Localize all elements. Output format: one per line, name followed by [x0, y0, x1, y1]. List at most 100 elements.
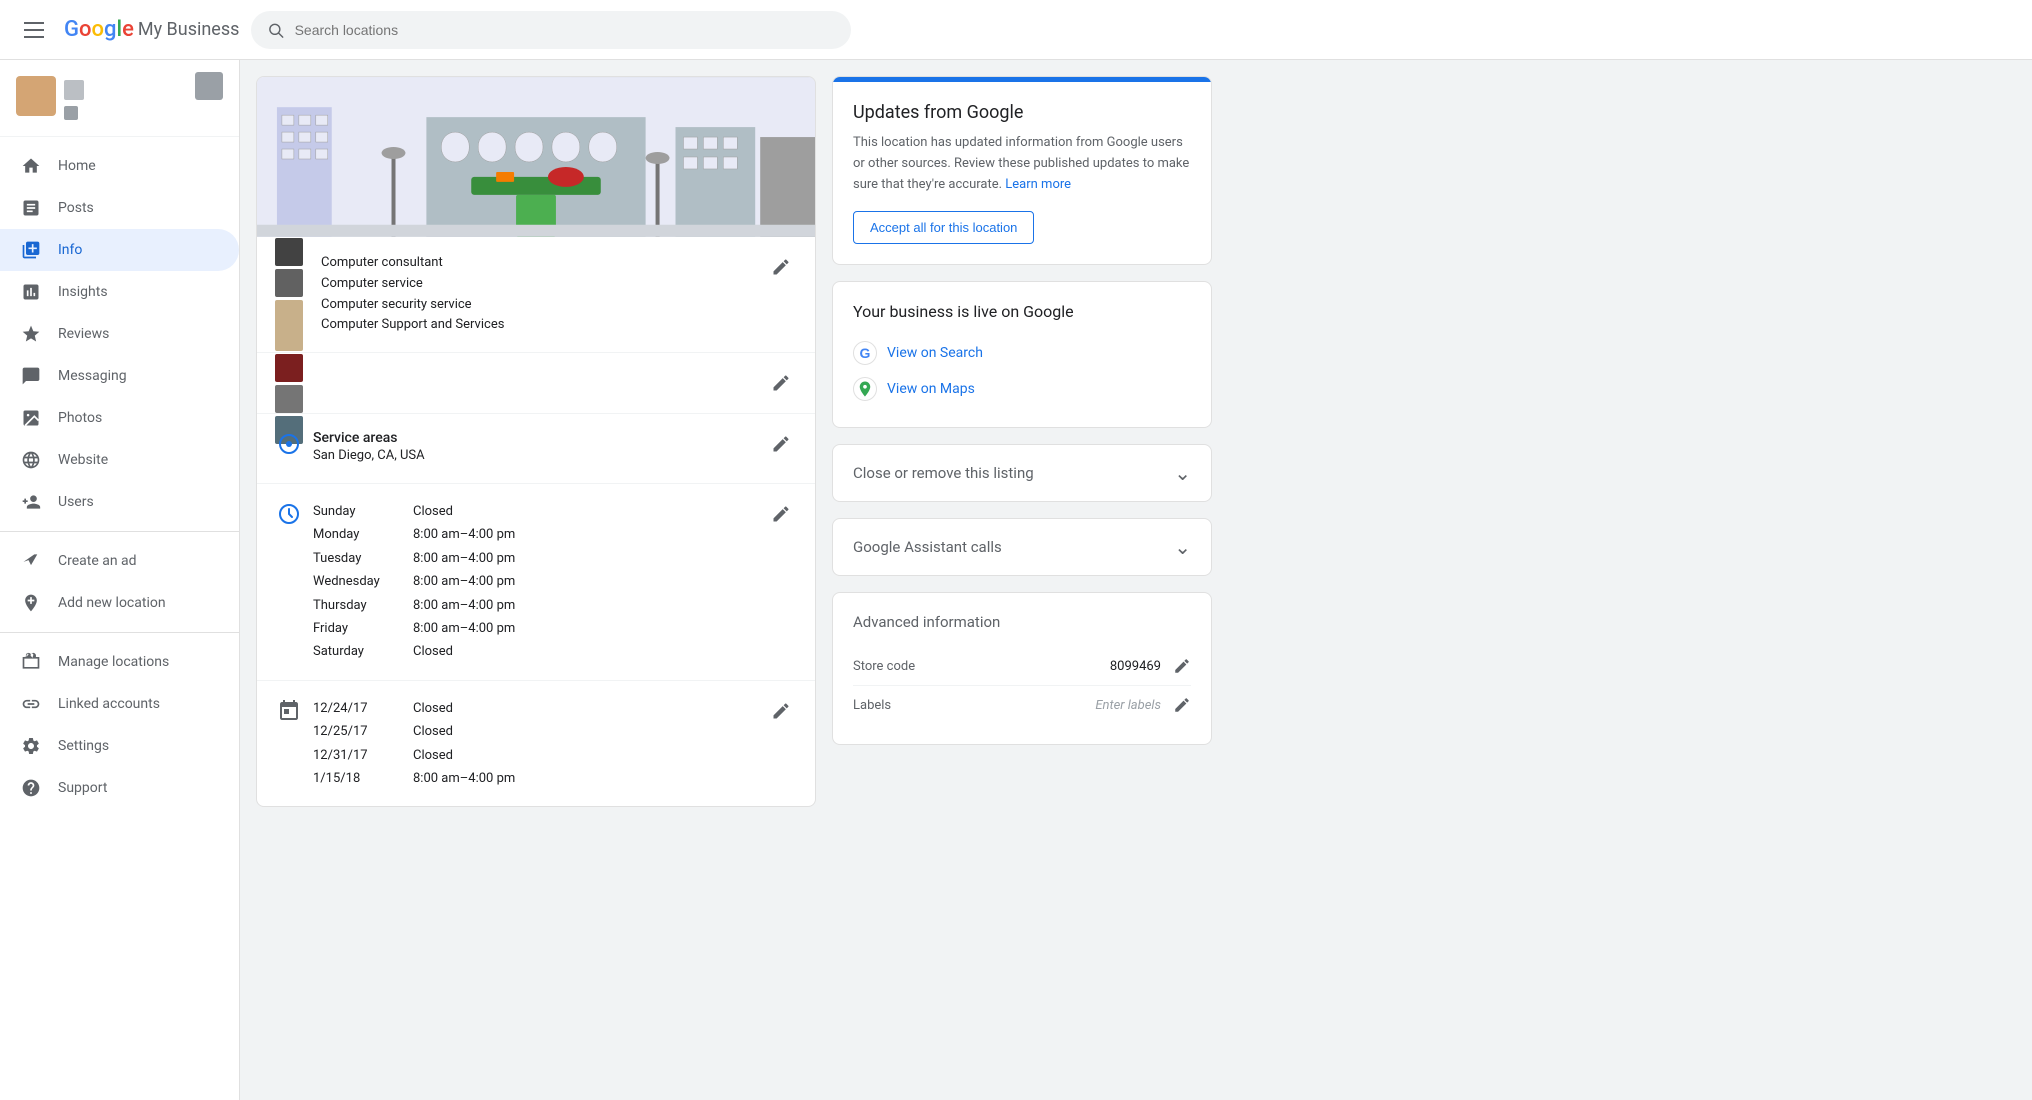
search-bar[interactable] — [251, 11, 851, 49]
messaging-icon — [20, 365, 42, 387]
sidebar-item-linked-accounts[interactable]: Linked accounts — [0, 683, 239, 725]
mybusiness-wordmark: My Business — [138, 19, 240, 40]
create-ad-label: Create an ad — [58, 553, 137, 569]
sidebar-item-reviews[interactable]: Reviews — [0, 313, 239, 355]
reviews-label: Reviews — [58, 326, 109, 342]
users-icon — [20, 491, 42, 513]
category-3: Computer security service — [321, 295, 755, 316]
special-hours-edit-button[interactable] — [767, 697, 795, 725]
search-icon — [267, 21, 284, 39]
sidebar-item-photos[interactable]: Photos — [0, 397, 239, 439]
sidebar-item-home[interactable]: Home — [0, 145, 239, 187]
service-areas-content: Service areas San Diego, CA, USA — [313, 430, 755, 467]
website-icon — [20, 449, 42, 471]
support-label: Support — [58, 780, 107, 796]
posts-icon — [20, 197, 42, 219]
hours-table: Sunday Closed Monday 8:00 am–4:00 pm Tue… — [313, 500, 755, 664]
assistant-calls-header[interactable]: Google Assistant calls ⌄ — [833, 519, 1211, 575]
location-pin-area — [277, 371, 301, 395]
advanced-section: Advanced information Store code 8099469 … — [832, 592, 1212, 745]
location-edit-button[interactable] — [767, 369, 795, 397]
time-thursday: 8:00 am–4:00 pm — [413, 594, 515, 617]
service-areas-edit-button[interactable] — [767, 430, 795, 458]
center-panel: Computer consultant Computer service Com… — [256, 76, 816, 807]
special-date-1: 12/24/17 — [313, 697, 393, 720]
settings-icon — [20, 735, 42, 757]
assistant-calls-chevron: ⌄ — [1174, 535, 1191, 559]
hours-sunday: Sunday Closed — [313, 500, 755, 523]
special-hour-2: 12/25/17 Closed — [313, 720, 755, 743]
sidebar-item-info[interactable]: Info — [0, 229, 239, 271]
accept-all-button[interactable]: Accept all for this location — [853, 211, 1034, 244]
business-header — [257, 77, 815, 237]
store-code-edit-button[interactable] — [1173, 657, 1191, 675]
live-title: Your business is live on Google — [853, 302, 1191, 321]
home-label: Home — [58, 158, 96, 174]
day-friday: Friday — [313, 617, 393, 640]
insights-label: Insights — [58, 284, 108, 300]
photos-icon — [20, 407, 42, 429]
special-date-4: 1/15/18 — [313, 767, 393, 790]
categories-content: Computer consultant Computer service Com… — [321, 253, 755, 336]
view-on-search-link[interactable]: G View on Search — [853, 335, 1191, 371]
view-on-maps-label: View on Maps — [887, 381, 975, 397]
profile-icon-sm-1 — [64, 80, 84, 100]
posts-label: Posts — [58, 200, 94, 216]
content-area: Computer consultant Computer service Com… — [240, 60, 2032, 1100]
assistant-calls-title: Google Assistant calls — [853, 538, 1002, 556]
labels-right: Enter labels — [1095, 696, 1191, 714]
sidebar-item-settings[interactable]: Settings — [0, 725, 239, 767]
view-on-maps-link[interactable]: View on Maps — [853, 371, 1191, 407]
sidebar-item-support[interactable]: Support — [0, 767, 239, 809]
location-row — [257, 353, 815, 414]
sidebar-item-create-ad[interactable]: Create an ad — [0, 540, 239, 582]
day-wednesday: Wednesday — [313, 570, 393, 593]
hours-friday: Friday 8:00 am–4:00 pm — [313, 617, 755, 640]
sidebar-item-insights[interactable]: Insights — [0, 271, 239, 313]
time-friday: 8:00 am–4:00 pm — [413, 617, 515, 640]
hours-saturday: Saturday Closed — [313, 640, 755, 663]
close-listing-chevron: ⌄ — [1174, 461, 1191, 485]
add-location-label: Add new location — [58, 595, 166, 611]
day-tuesday: Tuesday — [313, 547, 393, 570]
sidebar-item-add-location[interactable]: Add new location — [0, 582, 239, 624]
special-date-3: 12/31/17 — [313, 744, 393, 767]
sidebar-item-manage-locations[interactable]: Manage locations — [0, 641, 239, 683]
website-label: Website — [58, 452, 108, 468]
store-code-value: 8099469 — [1110, 659, 1161, 674]
close-listing-title: Close or remove this listing — [853, 464, 1034, 482]
sidebar-item-messaging[interactable]: Messaging — [0, 355, 239, 397]
labels-edit-button[interactable] — [1173, 696, 1191, 714]
special-hour-3: 12/31/17 Closed — [313, 744, 755, 767]
day-sunday: Sunday — [313, 500, 393, 523]
menu-button[interactable] — [16, 14, 52, 46]
special-time-4: 8:00 am–4:00 pm — [413, 767, 515, 790]
store-code-label: Store code — [853, 659, 915, 674]
hours-edit-button[interactable] — [767, 500, 795, 528]
special-date-2: 12/25/17 — [313, 720, 393, 743]
sidebar-item-website[interactable]: Website — [0, 439, 239, 481]
home-icon — [20, 155, 42, 177]
search-input[interactable] — [295, 22, 836, 38]
support-icon — [20, 777, 42, 799]
special-hours-content: 12/24/17 Closed 12/25/17 Closed 12/31/17… — [313, 697, 755, 791]
time-sunday: Closed — [413, 500, 453, 523]
category-4: Computer Support and Services — [321, 315, 755, 336]
close-listing-header[interactable]: Close or remove this listing ⌄ — [833, 445, 1211, 501]
category-row: Computer consultant Computer service Com… — [257, 237, 815, 353]
labels-label: Labels — [853, 698, 891, 713]
categories-edit-button[interactable] — [767, 253, 795, 281]
nav-divider-2 — [0, 632, 239, 633]
learn-more-link[interactable]: Learn more — [1005, 177, 1071, 192]
linked-accounts-label: Linked accounts — [58, 696, 160, 712]
time-monday: 8:00 am–4:00 pm — [413, 523, 515, 546]
advanced-title: Advanced information — [853, 613, 1191, 631]
sidebar-item-users[interactable]: Users — [0, 481, 239, 523]
service-areas-value: San Diego, CA, USA — [313, 446, 755, 467]
nav-divider-1 — [0, 531, 239, 532]
special-time-1: Closed — [413, 697, 453, 720]
hours-row: Sunday Closed Monday 8:00 am–4:00 pm Tue… — [257, 484, 815, 681]
live-section: Your business is live on Google G View o… — [832, 281, 1212, 428]
manage-locations-icon — [20, 651, 42, 673]
sidebar-item-posts[interactable]: Posts — [0, 187, 239, 229]
